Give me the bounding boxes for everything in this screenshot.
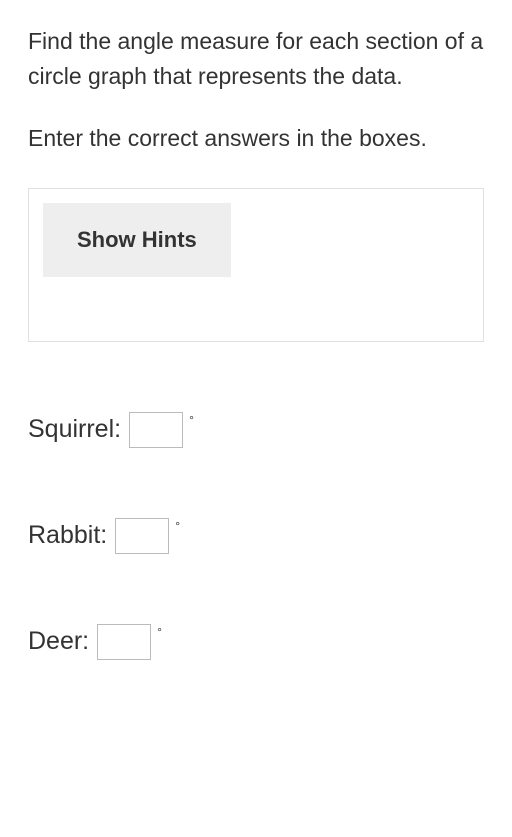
squirrel-input[interactable] [129, 412, 183, 448]
question-text: Find the angle measure for each section … [28, 24, 484, 93]
answer-label: Squirrel: [28, 415, 121, 444]
degree-symbol: ° [189, 413, 194, 427]
answer-row-rabbit: Rabbit: ° [28, 518, 484, 554]
answer-label: Rabbit: [28, 521, 107, 550]
degree-symbol: ° [175, 519, 180, 533]
rabbit-input[interactable] [115, 518, 169, 554]
deer-input[interactable] [97, 624, 151, 660]
answer-row-deer: Deer: ° [28, 624, 484, 660]
answer-label: Deer: [28, 627, 89, 656]
answer-row-squirrel: Squirrel: ° [28, 412, 484, 448]
show-hints-button[interactable]: Show Hints [43, 203, 231, 277]
degree-symbol: ° [157, 625, 162, 639]
hints-container: Show Hints [28, 188, 484, 342]
instruction-text: Enter the correct answers in the boxes. [28, 121, 484, 156]
hints-spacer [43, 277, 469, 327]
